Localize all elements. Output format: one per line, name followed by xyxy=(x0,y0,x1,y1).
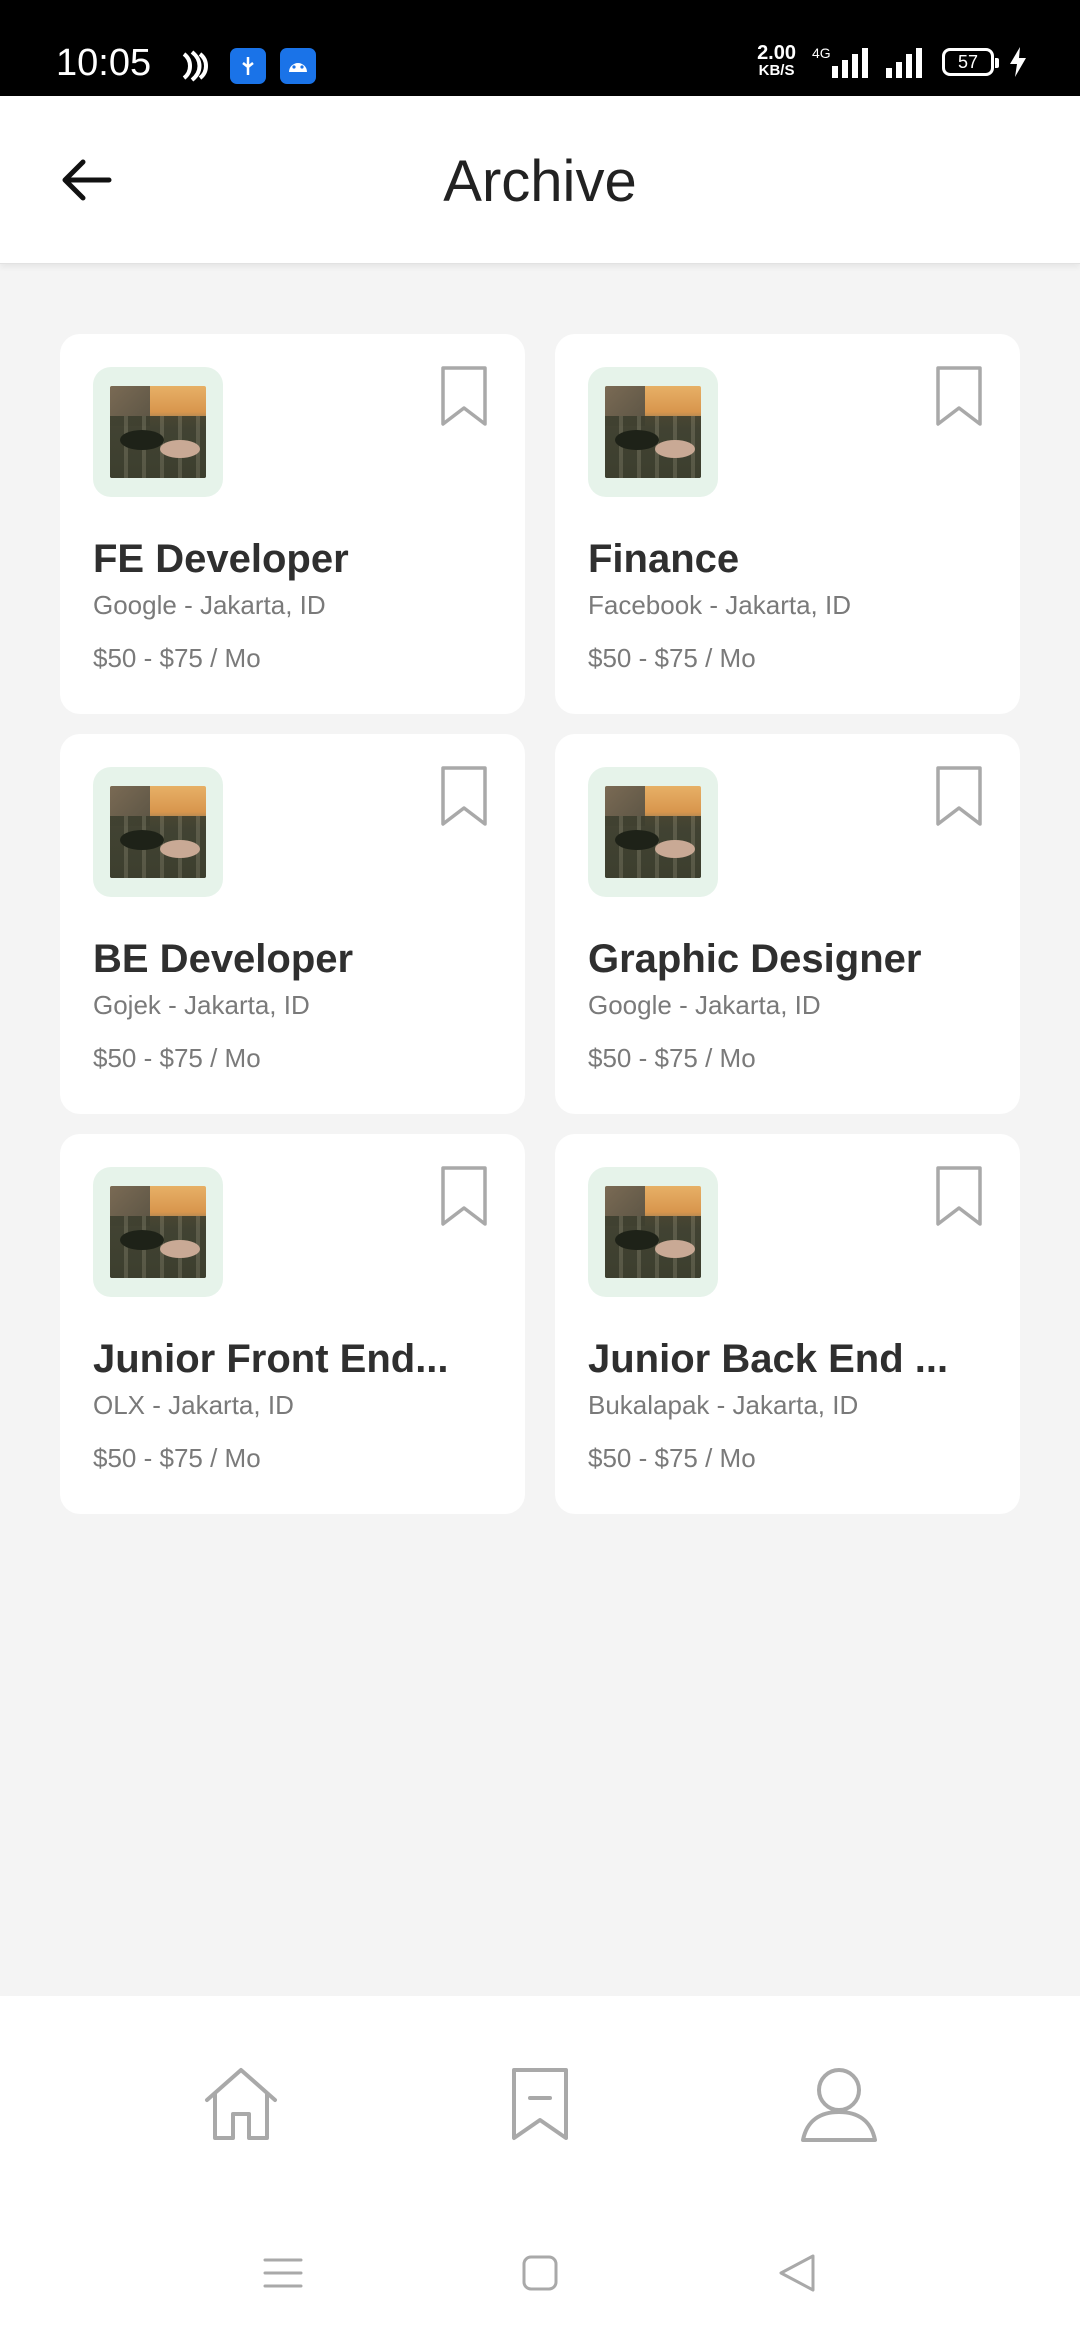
company-logo xyxy=(93,1167,223,1297)
job-card[interactable]: Junior Front End... OLX - Jakarta, ID $5… xyxy=(60,1134,525,1514)
job-salary: $50 - $75 / Mo xyxy=(93,1443,261,1473)
speed-unit: KB/S xyxy=(758,62,795,79)
job-company: Bukalapak - Jakarta, ID xyxy=(588,1390,859,1420)
charging-icon xyxy=(1010,47,1026,77)
company-logo-image xyxy=(605,386,701,478)
company-logo-image xyxy=(110,386,206,478)
usb-icon xyxy=(230,48,266,84)
job-card[interactable]: Junior Back End ... Bukalapak - Jakarta,… xyxy=(555,1134,1020,1514)
menu-icon xyxy=(263,2258,303,2288)
battery-indicator: 57 xyxy=(942,48,999,76)
company-logo-image xyxy=(110,786,206,878)
status-right: 2.00 KB/S 4G 57 xyxy=(757,42,1028,80)
job-grid: FE Developer Google - Jakarta, ID $50 - … xyxy=(60,334,1020,1514)
job-card[interactable]: FE Developer Google - Jakarta, ID $50 - … xyxy=(60,334,525,714)
app-bar: Archive xyxy=(0,96,1080,264)
nav-home[interactable] xyxy=(199,2062,283,2146)
bookmark-icon[interactable] xyxy=(934,1164,984,1228)
job-company: Google - Jakarta, ID xyxy=(588,990,821,1020)
bookmark-icon[interactable] xyxy=(439,364,489,428)
status-left-icons xyxy=(176,46,316,86)
nav-profile[interactable] xyxy=(797,2062,881,2146)
system-nav xyxy=(0,2196,1080,2340)
system-menu-button[interactable] xyxy=(258,2248,308,2298)
job-salary: $50 - $75 / Mo xyxy=(588,1043,756,1073)
job-title: Junior Back End ... xyxy=(588,1337,949,1381)
job-title: BE Developer xyxy=(93,937,354,981)
job-company: Google - Jakarta, ID xyxy=(93,590,326,620)
job-company: OLX - Jakarta, ID xyxy=(93,1390,294,1420)
company-logo xyxy=(93,367,223,497)
svg-text:4G: 4G xyxy=(812,45,831,61)
bookmark-icon[interactable] xyxy=(934,764,984,828)
job-company: Gojek - Jakarta, ID xyxy=(93,990,310,1020)
job-title: Junior Front End... xyxy=(93,1337,449,1381)
job-title: Graphic Designer xyxy=(588,937,922,981)
android-icon xyxy=(280,48,316,84)
status-time: 10:05 xyxy=(56,42,152,84)
job-title: FE Developer xyxy=(93,537,349,581)
home-icon xyxy=(205,2068,277,2140)
company-logo-image xyxy=(605,786,701,878)
status-bar: 10:05 2.00 KB/S 4G 57 xyxy=(0,0,1080,96)
job-salary: $50 - $75 / Mo xyxy=(93,1043,261,1073)
company-logo-image xyxy=(110,1186,206,1278)
network-speed: 2.00 KB/S xyxy=(757,42,796,80)
job-salary: $50 - $75 / Mo xyxy=(588,1443,756,1473)
company-logo xyxy=(588,767,718,897)
job-salary: $50 - $75 / Mo xyxy=(93,643,261,673)
bookmark-icon[interactable] xyxy=(439,1164,489,1228)
system-back-button[interactable] xyxy=(772,2248,822,2298)
signal-icon: 4G xyxy=(812,45,868,78)
home-square-icon xyxy=(522,2255,558,2291)
bookmark-icon[interactable] xyxy=(439,764,489,828)
page-title: Archive xyxy=(443,149,637,214)
company-logo xyxy=(588,1167,718,1297)
nfc-icon xyxy=(182,50,208,82)
job-salary: $50 - $75 / Mo xyxy=(588,643,756,673)
bookmark-icon[interactable] xyxy=(934,364,984,428)
archive-icon xyxy=(512,2068,568,2140)
bottom-nav xyxy=(0,1996,1080,2196)
back-triangle-icon xyxy=(779,2254,815,2292)
signal-icon xyxy=(886,48,922,78)
company-logo xyxy=(588,367,718,497)
system-home-button[interactable] xyxy=(515,2248,565,2298)
job-card[interactable]: Graphic Designer Google - Jakarta, ID $5… xyxy=(555,734,1020,1114)
job-company: Facebook - Jakarta, ID xyxy=(588,590,851,620)
speed-value: 2.00 xyxy=(757,42,796,64)
nav-archive[interactable] xyxy=(498,2062,582,2146)
job-card[interactable]: BE Developer Gojek - Jakarta, ID $50 - $… xyxy=(60,734,525,1114)
company-logo-image xyxy=(605,1186,701,1278)
company-logo xyxy=(93,767,223,897)
profile-icon xyxy=(801,2068,877,2142)
job-title: Finance xyxy=(588,537,740,581)
job-card[interactable]: Finance Facebook - Jakarta, ID $50 - $75… xyxy=(555,334,1020,714)
